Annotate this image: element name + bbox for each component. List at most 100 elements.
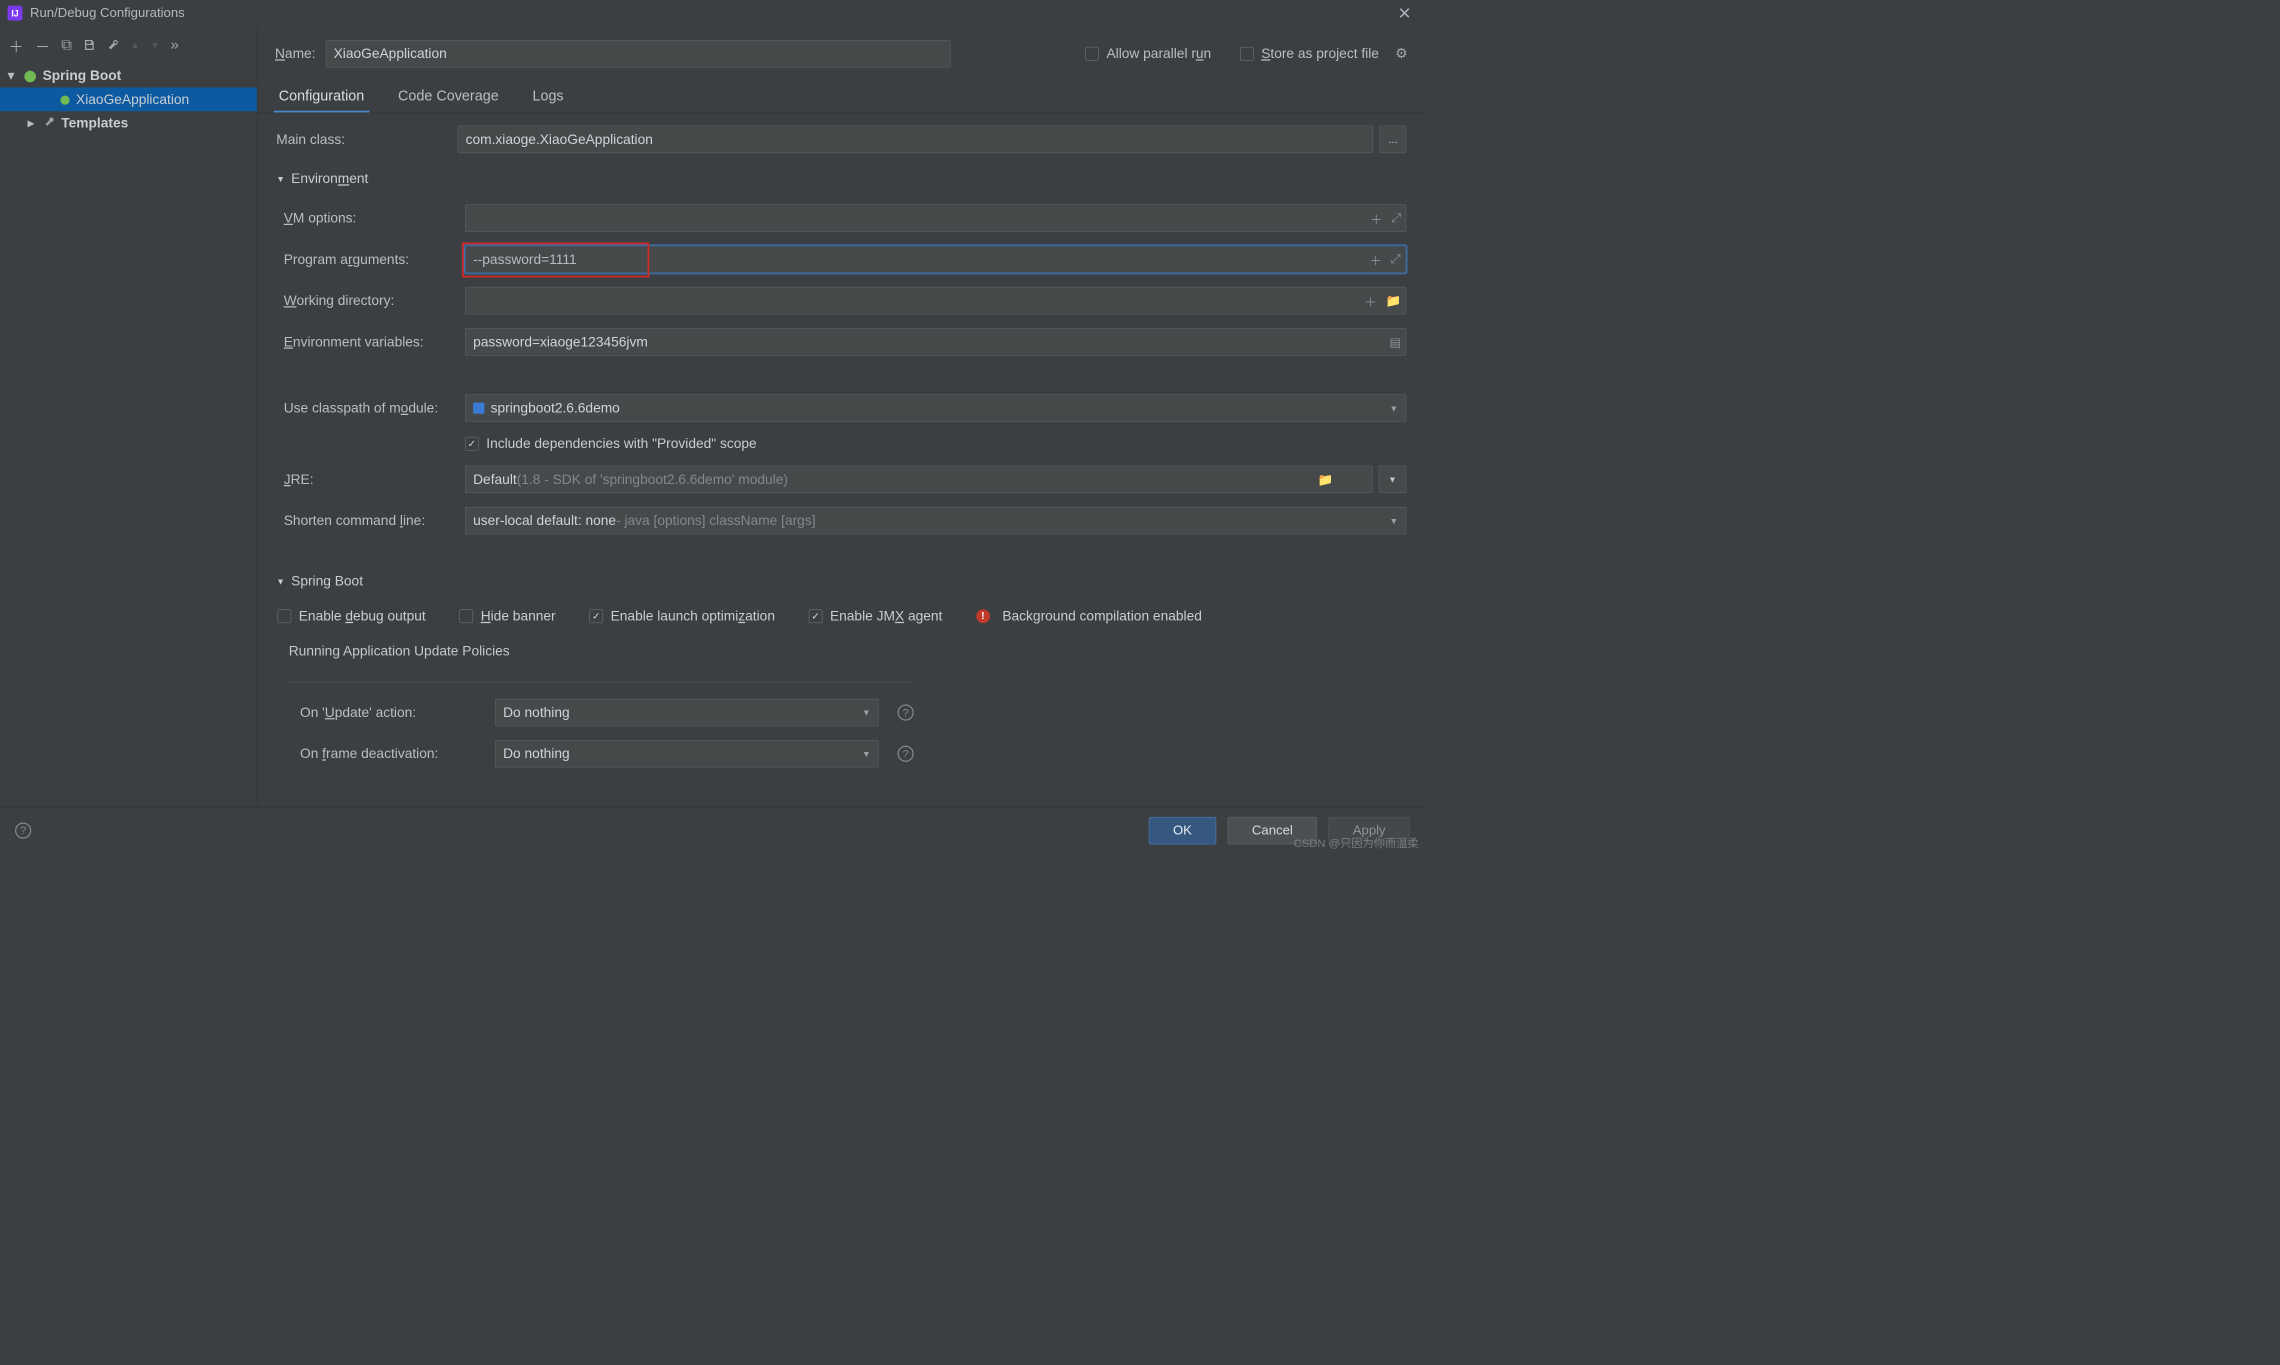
name-label: Name: <box>275 46 316 62</box>
checkbox-icon <box>278 609 292 623</box>
row-classpath-module: Use classpath of module: springboot2.6.6… <box>276 394 1406 422</box>
spring-boot-section-header[interactable]: ▼ Spring Boot <box>276 569 1406 593</box>
tree-item-xiaoge[interactable]: ⬤ XiaoGeApplication <box>0 88 257 112</box>
shorten-hint: - java [options] className [args] <box>616 513 815 529</box>
program-arguments-label: Program arguments: <box>284 251 465 267</box>
on-frame-label: On frame deactivation: <box>300 746 485 762</box>
folder-icon[interactable]: 📁 <box>1318 472 1334 488</box>
hide-banner-label: Hide banner <box>481 608 556 624</box>
allow-parallel-run-checkbox[interactable]: Allow parallel run <box>1085 46 1211 62</box>
add-icon[interactable]: ＋ <box>9 34 24 56</box>
chevron-down-icon: ▼ <box>276 174 285 184</box>
jre-combo[interactable]: Default (1.8 - SDK of 'springboot2.6.6de… <box>465 466 1373 494</box>
ok-button[interactable]: OK <box>1149 817 1217 845</box>
tree-group-label: Spring Boot <box>43 68 122 84</box>
hide-banner-checkbox[interactable]: Hide banner <box>459 608 555 624</box>
main-class-label: Main class: <box>276 131 457 147</box>
copy-icon[interactable]: ⧉ <box>61 36 72 54</box>
more-icon[interactable]: » <box>171 36 179 54</box>
chevron-down-icon: ▼ <box>1389 516 1398 526</box>
jre-hint: (1.8 - SDK of 'springboot2.6.6demo' modu… <box>517 471 788 487</box>
shorten-value: user-local default: none <box>473 513 616 529</box>
wrench-icon[interactable] <box>107 39 120 52</box>
module-icon <box>473 403 484 414</box>
tab-configuration[interactable]: Configuration <box>274 78 370 113</box>
chevron-down-icon: ▾ <box>8 68 18 84</box>
classpath-module-combo[interactable]: springboot2.6.6demo ▼ <box>465 394 1406 422</box>
close-icon[interactable]: ✕ <box>1391 3 1417 22</box>
gear-icon[interactable]: ⚙ <box>1395 46 1407 62</box>
add-icon[interactable]: ＋ <box>1370 209 1383 227</box>
row-jre: JRE: Default (1.8 - SDK of 'springboot2.… <box>276 466 1406 494</box>
classpath-module-label: Use classpath of module: <box>284 400 465 416</box>
store-template-label: Store as project file <box>1261 46 1379 62</box>
right-panel: Name: Allow parallel run Store as projec… <box>258 26 1426 807</box>
row-on-frame-deactivation: On frame deactivation: Do nothing ▼ ? <box>276 740 1406 768</box>
enable-jmx-checkbox[interactable]: Enable JMX agent <box>809 608 943 624</box>
tab-logs[interactable]: Logs <box>527 78 568 113</box>
move-up-icon[interactable]: ▲ <box>131 40 140 50</box>
vm-options-label: VM options: <box>284 210 465 226</box>
add-icon[interactable]: ＋ <box>1369 250 1382 268</box>
enable-jmx-label: Enable JMX agent <box>830 608 942 624</box>
environment-variables-input[interactable]: password=xiaoge123456jvm ▤ <box>465 328 1406 356</box>
on-update-value: Do nothing <box>503 704 570 720</box>
enable-debug-label: Enable debug output <box>299 608 426 624</box>
name-input[interactable] <box>326 40 951 68</box>
tree-group-templates[interactable]: ▸ Templates <box>0 111 257 135</box>
spacer <box>276 369 1406 380</box>
enable-launch-opt-checkbox[interactable]: Enable launch optimization <box>589 608 775 624</box>
warn-icon: ! <box>976 609 990 623</box>
vm-options-input[interactable]: ＋ ⤢ <box>465 204 1406 232</box>
chevron-right-icon: ▸ <box>28 115 38 131</box>
on-frame-combo[interactable]: Do nothing ▼ <box>495 740 879 768</box>
checkbox-icon <box>809 609 823 623</box>
tree-item-label: XiaoGeApplication <box>76 91 189 107</box>
top-fields: Name: Allow parallel run Store as projec… <box>258 26 1426 74</box>
scrollbar[interactable] <box>1416 144 1425 769</box>
program-arguments-value: --password=1111 <box>473 251 577 267</box>
on-frame-value: Do nothing <box>503 746 570 762</box>
row-program-arguments: Program arguments: --password=1111 ＋ ⤢ <box>276 246 1406 274</box>
remove-icon[interactable]: － <box>35 34 50 56</box>
expand-icon[interactable]: ⤢ <box>1391 211 1401 225</box>
include-provided-checkbox[interactable]: Include dependencies with "Provided" sco… <box>465 436 757 452</box>
wrench-icon <box>44 116 55 130</box>
spring-boot-checks-row: Enable debug output Hide banner Enable l… <box>276 608 1406 624</box>
app-icon: IJ <box>8 6 23 21</box>
tree-group-spring-boot[interactable]: ▾ ⬤ Spring Boot <box>0 64 257 88</box>
config-tree: ▾ ⬤ Spring Boot ⬤ XiaoGeApplication ▸ Te… <box>0 64 257 135</box>
help-icon[interactable]: ? <box>15 822 31 838</box>
working-directory-input[interactable]: ＋ 📁 <box>465 287 1406 315</box>
add-icon[interactable]: ＋ <box>1364 292 1377 310</box>
checkbox-icon <box>589 609 603 623</box>
move-down-icon[interactable]: ▼ <box>151 40 160 50</box>
on-update-label: On 'Update' action: <box>300 704 485 720</box>
on-update-combo[interactable]: Do nothing ▼ <box>495 699 879 727</box>
folder-icon[interactable]: 📁 <box>1386 293 1402 309</box>
sidebar: ＋ － ⧉ ▲ ▼ » ▾ ⬤ Spring Boot <box>0 26 258 807</box>
help-icon[interactable]: ? <box>898 746 914 762</box>
expand-icon[interactable]: ⤢ <box>1391 252 1401 266</box>
running-policies-label: Running Application Update Policies <box>276 638 1406 661</box>
browse-button[interactable]: ... <box>1380 126 1407 154</box>
environment-section-header[interactable]: ▼ Environment <box>276 167 1406 191</box>
jre-label: JRE: <box>284 471 465 487</box>
row-working-directory: Working directory: ＋ 📁 <box>276 287 1406 315</box>
shorten-command-line-combo[interactable]: user-local default: none - java [options… <box>465 507 1406 535</box>
enable-debug-checkbox[interactable]: Enable debug output <box>278 608 426 624</box>
allow-parallel-label: Allow parallel run <box>1106 46 1211 62</box>
save-icon[interactable] <box>83 39 96 52</box>
main-class-input[interactable]: com.xiaoge.XiaoGeApplication <box>458 126 1374 154</box>
program-arguments-input[interactable]: --password=1111 ＋ ⤢ <box>465 246 1406 274</box>
list-icon[interactable]: ▤ <box>1389 334 1401 350</box>
watermark: CSDN @只因为你而温柔 <box>1294 834 1419 850</box>
form-area: Main class: com.xiaoge.XiaoGeApplication… <box>258 113 1426 807</box>
row-environment-variables: Environment variables: password=xiaoge12… <box>276 328 1406 356</box>
spring-leaf-icon: ⬤ <box>60 94 70 105</box>
footer: ? OK Cancel Apply <box>0 807 1425 853</box>
tab-code-coverage[interactable]: Code Coverage <box>393 78 504 113</box>
help-icon[interactable]: ? <box>898 704 914 720</box>
jre-dropdown-button[interactable]: ▼ <box>1379 466 1407 494</box>
store-as-project-file-checkbox[interactable]: Store as project file <box>1240 46 1379 62</box>
